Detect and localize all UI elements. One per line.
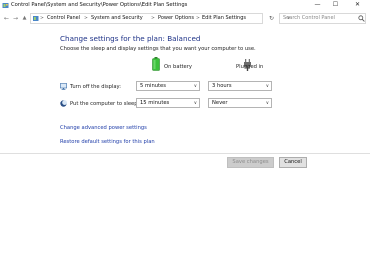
title-bar: Control Panel\System and Security\Power …: [0, 0, 370, 12]
address-bar: ← → ▲ > Control Panel > System and Secur…: [0, 13, 370, 25]
breadcrumb-power-options[interactable]: Power Options: [158, 15, 194, 22]
edit-plan-settings-window: Control Panel\System and Security\Power …: [0, 0, 370, 255]
change-advanced-settings-link[interactable]: Change advanced power settings: [60, 125, 147, 131]
chevron-down-icon: ∨: [193, 84, 197, 89]
page-subtitle: Choose the sleep and display settings th…: [60, 46, 256, 52]
control-panel-icon: [33, 16, 39, 21]
chevron-down-icon: ∨: [193, 101, 197, 106]
breadcrumb-separator: >: [40, 16, 44, 21]
breadcrumb-system-and-security[interactable]: System and Security: [91, 15, 143, 22]
divider: [0, 153, 370, 154]
breadcrumb-edit-plan-settings[interactable]: Edit Plan Settings: [202, 15, 246, 22]
control-panel-icon: [2, 3, 9, 8]
close-button[interactable]: ✕: [350, 0, 365, 10]
back-button[interactable]: ←: [2, 13, 11, 24]
breadcrumb-control-panel[interactable]: Control Panel: [47, 15, 80, 22]
chevron-down-icon: ∨: [265, 84, 269, 89]
plugged-in-header: Plugged in: [236, 64, 264, 70]
sleep-label: Put the computer to sleep:: [70, 101, 140, 107]
moon-icon: [60, 100, 67, 107]
chevron-down-icon: ∨: [265, 101, 269, 106]
monitor-icon: [60, 83, 67, 90]
refresh-icon[interactable]: ↻: [267, 13, 276, 24]
battery-icon: [152, 57, 160, 71]
page-title: Change settings for the plan: Balanced: [60, 34, 201, 43]
on-battery-header: On battery: [164, 64, 192, 70]
display-on-battery-value: 5 minutes: [140, 83, 166, 89]
display-plugged-in-value: 3 hours: [212, 83, 232, 89]
up-button[interactable]: ▲: [20, 13, 29, 24]
breadcrumb-separator: >: [196, 16, 200, 21]
search-placeholder: Search Control Panel: [283, 15, 335, 21]
search-icon: [358, 15, 365, 22]
forward-button[interactable]: →: [11, 13, 20, 24]
sleep-plugged-in-select[interactable]: Never ∨: [208, 98, 272, 108]
minimize-button[interactable]: —: [310, 0, 325, 10]
display-on-battery-select[interactable]: 5 minutes ∨: [136, 81, 200, 91]
restore-defaults-link[interactable]: Restore default settings for this plan: [60, 139, 155, 145]
turn-off-display-label: Turn off the display:: [70, 84, 121, 90]
window-title: Control Panel\System and Security\Power …: [11, 2, 188, 8]
display-plugged-in-select[interactable]: 3 hours ∨: [208, 81, 272, 91]
sleep-plugged-in-value: Never: [212, 100, 228, 106]
cancel-button[interactable]: Cancel: [279, 157, 307, 168]
maximize-button[interactable]: ☐: [328, 0, 343, 10]
breadcrumb-separator: >: [84, 16, 88, 21]
search-input[interactable]: Search Control Panel: [279, 13, 366, 24]
save-changes-button[interactable]: Save changes: [227, 157, 274, 168]
sleep-on-battery-value: 15 minutes: [140, 100, 170, 106]
breadcrumb-separator: >: [151, 16, 155, 21]
breadcrumb[interactable]: > Control Panel > System and Security > …: [30, 13, 290, 24]
sleep-on-battery-select[interactable]: 15 minutes ∨: [136, 98, 200, 108]
